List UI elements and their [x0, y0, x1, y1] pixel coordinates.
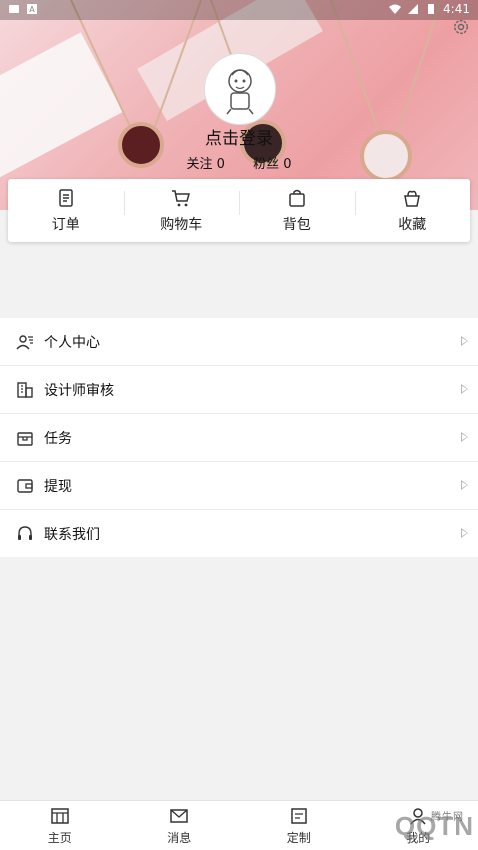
fans-count: 0: [283, 157, 291, 172]
quick-actions-card: 订单 购物车 背包 收藏: [8, 179, 470, 242]
quick-action-orders[interactable]: 订单: [8, 179, 124, 242]
nav-home[interactable]: 主页: [0, 801, 120, 850]
status-bar: A 4:41: [0, 0, 478, 20]
settings-menu: 个人中心 设计师审核 任务 提现 联系我们: [0, 318, 478, 557]
menu-item-label: 个人中心: [44, 332, 100, 352]
box-icon: [16, 429, 34, 447]
profile-card-icon: [16, 333, 34, 351]
quick-action-label: 订单: [52, 214, 80, 234]
cartoon-avatar-icon: [218, 63, 262, 115]
svg-text:A: A: [29, 5, 35, 14]
nav-messages[interactable]: 消息: [120, 801, 240, 850]
chevron-right-icon: [461, 528, 468, 538]
order-icon: [56, 188, 76, 208]
message-icon: [169, 806, 189, 826]
menu-item-withdraw[interactable]: 提现: [0, 462, 478, 510]
following-count: 0: [217, 157, 225, 172]
quick-action-cart[interactable]: 购物车: [124, 179, 240, 242]
nav-label: 主页: [48, 829, 72, 846]
quick-action-label: 收藏: [398, 214, 426, 234]
quick-action-favorites[interactable]: 收藏: [355, 179, 471, 242]
chevron-right-icon: [461, 336, 468, 346]
building-icon: [16, 381, 34, 399]
nav-label: 消息: [167, 829, 191, 846]
wifi-icon: [389, 3, 401, 15]
quick-action-bag[interactable]: 背包: [239, 179, 355, 242]
follow-stats: 关注 0 粉丝 0: [0, 153, 478, 172]
home-icon: [50, 806, 70, 826]
fans-stat[interactable]: 粉丝 0: [253, 157, 291, 172]
chevron-right-icon: [461, 432, 468, 442]
menu-item-contact-us[interactable]: 联系我们: [0, 510, 478, 557]
status-time: 4:41: [443, 2, 470, 16]
necklace-chain: [397, 0, 442, 133]
bag-icon: [287, 188, 307, 208]
wallet-icon: [16, 477, 34, 495]
settings-gear-icon[interactable]: [452, 18, 470, 36]
menu-item-label: 联系我们: [44, 524, 100, 544]
nav-custom[interactable]: 定制: [239, 801, 359, 850]
menu-item-label: 任务: [44, 428, 72, 448]
custom-icon: [289, 806, 309, 826]
watermark-logo: QQTN 腾牛网: [395, 806, 474, 846]
menu-item-label: 设计师审核: [44, 380, 114, 400]
avatar[interactable]: [204, 53, 276, 125]
menu-item-label: 提现: [44, 476, 72, 496]
chevron-right-icon: [461, 384, 468, 394]
headset-icon: [16, 525, 34, 543]
favorite-icon: [402, 188, 422, 208]
chevron-right-icon: [461, 480, 468, 490]
quick-action-label: 购物车: [160, 214, 202, 234]
quick-action-label: 背包: [283, 214, 311, 234]
menu-item-designer-review[interactable]: 设计师审核: [0, 366, 478, 414]
cart-icon: [171, 188, 191, 208]
login-prompt[interactable]: 点击登录: [0, 124, 478, 149]
battery-icon: [425, 3, 437, 15]
menu-item-tasks[interactable]: 任务: [0, 414, 478, 462]
app-notification-icon: A: [26, 3, 38, 15]
following-stat[interactable]: 关注 0: [186, 157, 224, 172]
following-label: 关注: [186, 157, 212, 172]
fans-label: 粉丝: [253, 157, 279, 172]
menu-item-personal-center[interactable]: 个人中心: [0, 318, 478, 366]
watermark-subtext: 腾牛网: [431, 808, 464, 823]
signal-icon: [407, 3, 419, 15]
notification-icon: [8, 3, 20, 15]
necklace-chain: [330, 0, 383, 141]
nav-label: 定制: [287, 829, 311, 846]
